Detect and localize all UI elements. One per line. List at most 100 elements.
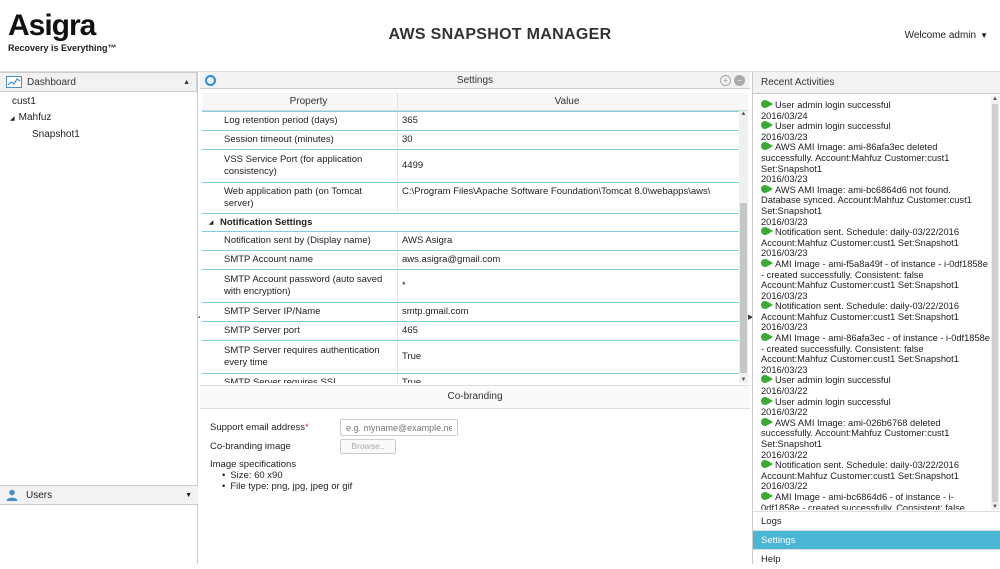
value-cell[interactable]: aws.asigra@gmail.com xyxy=(398,251,736,269)
success-icon xyxy=(761,491,773,500)
scrollbar-thumb[interactable] xyxy=(992,104,998,502)
success-icon xyxy=(761,333,773,342)
activity-list: User admin login successful 2016/03/24 Use… xyxy=(753,96,991,510)
scroll-down-icon[interactable]: ▼ xyxy=(991,504,999,510)
users-label: Users xyxy=(26,489,53,501)
grid-scrollbar[interactable]: ▲ ▼ xyxy=(739,111,748,383)
list-item: User admin login successful 2016/03/22 xyxy=(761,375,991,396)
activity-text: AWS AMI Image: ami-bc6864d6 not found. D… xyxy=(761,184,972,216)
tree-toggle-icon[interactable]: ◢ xyxy=(10,116,15,122)
nav-settings[interactable]: Settings xyxy=(753,530,1000,549)
success-icon xyxy=(761,301,773,310)
users-header[interactable]: Users ▼ xyxy=(0,485,198,505)
scroll-up-icon[interactable]: ▲ xyxy=(991,96,999,102)
value-cell[interactable]: * xyxy=(398,270,736,302)
nav-help[interactable]: Help xyxy=(753,549,1000,568)
tree-item-set[interactable]: Snapshot1 xyxy=(4,127,197,143)
property-cell: Session timeout (minutes) xyxy=(220,131,398,149)
property-cell: SMTP Server port xyxy=(220,322,398,340)
value-cell[interactable]: True xyxy=(398,374,736,383)
activity-scrollbar[interactable]: ▲ ▼ xyxy=(991,96,999,510)
success-icon xyxy=(761,258,773,267)
activity-text: Notification sent. Schedule: daily-03/22… xyxy=(761,301,959,322)
activity-text: AWS AMI Image: ami-026b6768 deleted succ… xyxy=(761,417,950,449)
dashboard-label: Dashboard xyxy=(27,76,76,88)
success-icon xyxy=(761,100,773,108)
table-row[interactable]: SMTP Server requires SSL True xyxy=(202,374,748,383)
table-row[interactable]: Session timeout (minutes) 30 xyxy=(202,131,748,150)
success-icon xyxy=(761,121,773,130)
property-cell: SMTP Account password (auto saved with e… xyxy=(220,270,398,302)
group-toggle-icon[interactable]: ◢ xyxy=(202,219,220,226)
table-row[interactable]: Web application path (on Tomcat server) C… xyxy=(202,183,748,214)
value-cell[interactable]: C:\Program Files\Apache Software Foundat… xyxy=(398,183,736,213)
expand-icon[interactable]: ▼ xyxy=(185,492,192,499)
spec-size: Size: 60 x90 xyxy=(222,470,458,481)
support-email-input[interactable] xyxy=(340,419,458,436)
table-row[interactable]: SMTP Account password (auto saved with e… xyxy=(202,270,748,303)
support-email-label: Support email address* xyxy=(210,422,309,433)
value-cell[interactable]: 465 xyxy=(398,322,736,340)
collapse-icon[interactable]: ▲ xyxy=(183,79,190,86)
settings-title: Settings xyxy=(456,74,494,86)
value-cell[interactable]: smtp.gmail.com xyxy=(398,303,736,321)
activity-text: User admin login successful xyxy=(775,100,891,110)
group-label: Notification Settings xyxy=(220,217,313,228)
value-cell[interactable]: AWS Asigra xyxy=(398,232,736,250)
property-cell: SMTP Server requires SSL xyxy=(220,374,398,383)
table-row[interactable]: Notification sent by (Display name) AWS A… xyxy=(202,232,748,251)
success-icon xyxy=(761,417,773,426)
add-icon[interactable]: + xyxy=(720,74,731,86)
activity-text: User admin login successful xyxy=(775,375,891,386)
dashboard-icon xyxy=(6,76,22,88)
activity-date: 2016/03/23 xyxy=(761,364,808,375)
list-item: AMI Image - ami-bc6864d6 - of instance -… xyxy=(761,491,991,510)
value-cell[interactable]: 4499 xyxy=(398,150,736,182)
success-icon xyxy=(761,460,773,469)
list-item: AMI Image - ami-86afa3ec - of instance -… xyxy=(761,333,991,375)
logo-tagline: Recovery is Everything™ xyxy=(8,43,117,53)
success-icon xyxy=(761,142,773,151)
table-row[interactable]: SMTP Server IP/Name smtp.gmail.com xyxy=(202,303,748,322)
list-item: AWS AMI Image: ami-86afa3ec deleted succ… xyxy=(761,142,991,184)
value-cell[interactable]: 365 xyxy=(398,112,736,130)
table-row[interactable]: Log retention period (days) 365 xyxy=(202,112,748,131)
activity-text: User admin login successful xyxy=(775,121,891,132)
image-spec-list: Size: 60 x90 File type: png, jpg, jpeg o… xyxy=(210,470,458,492)
user-menu[interactable]: Welcome admin ▼ xyxy=(905,30,988,41)
activity-text: AWS AMI Image: ami-86afa3ec deleted succ… xyxy=(761,142,950,174)
table-row[interactable]: SMTP Account name aws.asigra@gmail.com xyxy=(202,251,748,270)
remove-icon[interactable]: − xyxy=(734,74,745,86)
cobranding-header: Co-branding xyxy=(200,385,750,409)
settings-toolbar: Settings + − xyxy=(200,72,750,89)
browse-button[interactable]: Browse.. xyxy=(340,439,396,454)
table-row[interactable]: SMTP Server requires authentication ever… xyxy=(202,341,748,374)
dashboard-header[interactable]: Dashboard ▲ xyxy=(0,72,197,92)
table-row[interactable]: VSS Service Port (for application consis… xyxy=(202,150,748,183)
settings-panel: Settings + − Property Value Log retentio… xyxy=(200,72,750,564)
scrollbar-thumb[interactable] xyxy=(740,203,747,373)
scroll-up-icon[interactable]: ▲ xyxy=(739,111,748,117)
nav-logs[interactable]: Logs xyxy=(753,511,1000,530)
chevron-down-icon: ▼ xyxy=(980,31,988,40)
tree-item-account[interactable]: ◢ Mahfuz xyxy=(4,110,197,127)
user-icon xyxy=(6,489,18,501)
refresh-icon[interactable] xyxy=(205,74,216,86)
group-row-notification[interactable]: ◢ Notification Settings xyxy=(202,214,748,232)
property-cell: Web application path (on Tomcat server) xyxy=(220,183,398,213)
spec-filetype: File type: png, jpg, jpeg or gif xyxy=(222,481,458,492)
tree-item-customer[interactable]: cust1 xyxy=(4,94,197,110)
scroll-down-icon[interactable]: ▼ xyxy=(739,377,748,383)
table-row[interactable] xyxy=(202,103,748,112)
property-cell: Notification sent by (Display name) xyxy=(220,232,398,250)
table-row[interactable]: SMTP Server port 465 xyxy=(202,322,748,341)
right-panel: Recent Activities User admin login succe… xyxy=(752,72,1000,568)
property-cell: SMTP Server IP/Name xyxy=(220,303,398,321)
settings-grid: Property Value Log retention period (day… xyxy=(202,93,748,383)
value-cell[interactable]: True xyxy=(398,341,736,373)
activity-date: 2016/03/22 xyxy=(761,407,808,418)
value-cell[interactable]: 30 xyxy=(398,131,736,149)
success-icon xyxy=(761,375,773,384)
cobranding-form: Support email address* Co-branding image… xyxy=(210,418,458,492)
app-header: Asigra Recovery is Everything™ AWS SNAPS… xyxy=(0,0,1000,72)
